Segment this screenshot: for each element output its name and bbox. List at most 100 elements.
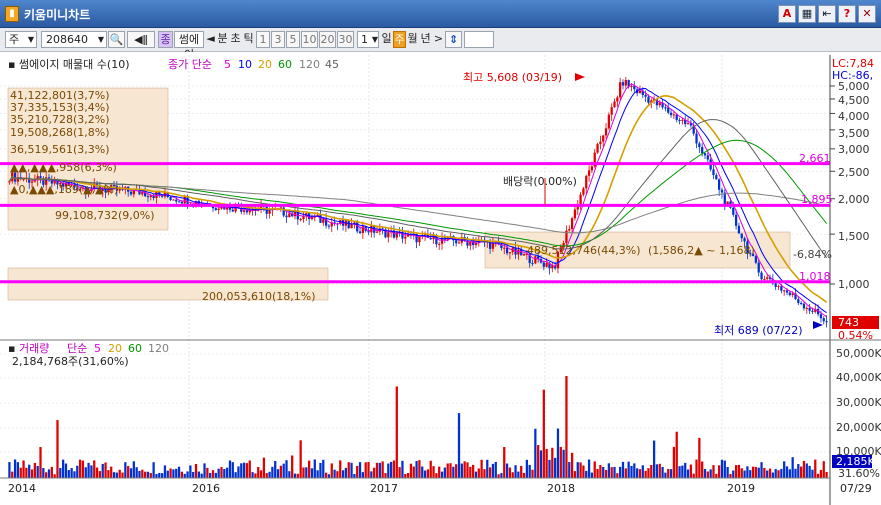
hline-label-3: 1,018 [799, 270, 831, 283]
interval-5[interactable]: 5 [286, 31, 300, 48]
search-icon[interactable]: 🔍 [108, 31, 125, 48]
interval-1[interactable]: 1 [256, 31, 270, 48]
volume-bar [42, 468, 45, 478]
period-week[interactable]: 주 [393, 31, 406, 48]
layout-icon[interactable]: ▦ [798, 5, 816, 23]
stock-icon[interactable]: 종 [158, 31, 173, 48]
candle-body [505, 247, 509, 254]
candle-body [319, 215, 322, 223]
volume-bar [183, 473, 186, 478]
volume-bar [664, 472, 667, 478]
volume-bar [234, 472, 237, 478]
volume-bar [39, 447, 42, 478]
interval-20[interactable]: 20 [319, 31, 336, 48]
volume-bar [45, 472, 48, 478]
close-button[interactable]: ✕ [858, 5, 876, 23]
arrow-left-icon[interactable]: ◄ [205, 31, 216, 48]
volume-bar [517, 471, 520, 478]
candle-body [570, 218, 574, 230]
candle-body [350, 223, 353, 229]
volume-bar [276, 469, 280, 478]
candle-body [760, 272, 763, 280]
volume-bar [415, 461, 418, 478]
vol-tick-3: 30,000K [836, 396, 881, 409]
price-tick-4: 3,500 [838, 127, 870, 140]
volume-legend: ▪ 거래량 [8, 342, 49, 355]
interval-30[interactable]: 30 [337, 31, 354, 48]
volume-bar [200, 473, 203, 478]
volume-bar [271, 466, 274, 478]
tab-second[interactable]: 초 [229, 31, 242, 48]
volume-bar [313, 459, 316, 478]
volume-bar [743, 470, 746, 478]
volume-bar [746, 466, 749, 478]
volume-bar [28, 464, 31, 478]
volume-bar [440, 471, 444, 478]
chart-area[interactable] [0, 52, 881, 505]
ma-60: 60 [278, 58, 292, 71]
volume-bar [358, 462, 362, 478]
ma-45: 45 [325, 58, 339, 71]
arrow-right-icon[interactable]: > [433, 31, 444, 48]
volume-bar [378, 462, 381, 478]
price-tick-2: 4,500 [838, 94, 870, 107]
candle-body [715, 175, 718, 180]
pin-icon[interactable]: ⇤ [818, 5, 836, 23]
volume-bar [274, 460, 277, 478]
volume-bar [695, 459, 698, 478]
candle-body [520, 249, 523, 256]
candle-body [777, 286, 780, 288]
volume-bar [573, 471, 577, 478]
updown-icon[interactable]: ⇕ [445, 31, 462, 48]
volume-bar [90, 465, 93, 478]
volume-bar [474, 471, 478, 478]
volume-bar [466, 462, 469, 478]
volume-bar [257, 466, 260, 478]
font-button[interactable]: A [778, 5, 796, 23]
volume-bar [98, 471, 102, 478]
volume-bar [141, 469, 144, 478]
volume-bar [698, 437, 701, 478]
stock-code-input[interactable]: 208640 ▼ [41, 31, 107, 48]
candle-body [180, 202, 184, 204]
volume-bar [559, 446, 562, 478]
interval-10[interactable]: 10 [301, 31, 318, 48]
vol-ma-120: 120 [148, 342, 169, 355]
volume-bar [356, 465, 359, 478]
tab-tick[interactable]: 틱 [242, 31, 255, 48]
candle-body [429, 237, 432, 240]
interval-3[interactable]: 3 [271, 31, 285, 48]
candle-body [169, 196, 172, 200]
speaker-icon[interactable]: ◀ǁ [127, 31, 155, 48]
volume-bar [132, 461, 135, 478]
volume-bar [593, 461, 596, 478]
volume-bar [177, 466, 181, 478]
volume-bar [624, 468, 627, 478]
volume-bar [339, 460, 342, 478]
candle-body [740, 233, 743, 239]
volume-bar [763, 467, 766, 478]
period-month[interactable]: 월 [406, 31, 419, 48]
volume-bar [469, 466, 472, 478]
volume-bar [822, 461, 825, 478]
market-select[interactable]: 주 ▼ [5, 31, 37, 48]
volume-bar [630, 465, 633, 478]
volume-bar [160, 473, 164, 478]
candle-body [754, 256, 758, 263]
volume-bar [288, 471, 291, 478]
candle-body [780, 286, 783, 291]
count-select[interactable]: 1 ▼ [357, 31, 379, 48]
volume-bar [723, 460, 726, 478]
tab-minute[interactable]: 분 [216, 31, 229, 48]
period-day[interactable]: 일 [380, 31, 393, 48]
period-year[interactable]: 년 [419, 31, 432, 48]
help-button[interactable]: ? [838, 5, 856, 23]
volume-bar [299, 440, 302, 478]
stock-name-field[interactable]: 썸에이 [174, 31, 204, 61]
volume-bar [446, 463, 449, 478]
volume-bar [226, 467, 229, 478]
extra-input[interactable] [464, 31, 494, 48]
volume-bar [231, 462, 234, 478]
candle-body [347, 220, 350, 229]
volume-bar [497, 474, 500, 478]
